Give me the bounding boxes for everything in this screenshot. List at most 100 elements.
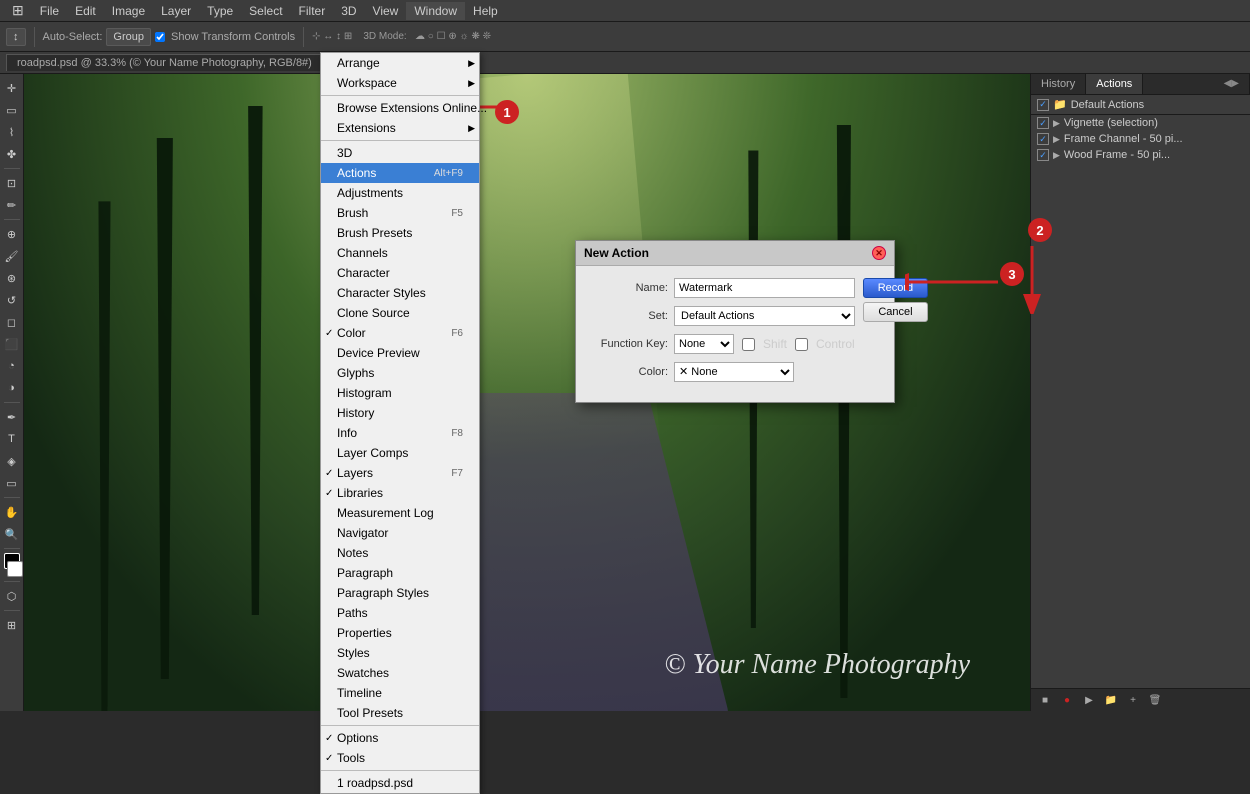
pen-tool[interactable]: ✒ — [2, 407, 22, 427]
dialog-name-row: Name: — [588, 278, 855, 298]
quick-select-tool[interactable]: ✤ — [2, 144, 22, 164]
menu-filter[interactable]: Filter — [291, 2, 334, 20]
menu-help[interactable]: Help — [465, 2, 506, 20]
action-wood-frame[interactable]: ▶ Wood Frame - 50 pi... — [1031, 147, 1250, 163]
menu-actions-shortcut: Alt+F9 — [434, 168, 463, 179]
hand-tool[interactable]: ✋ — [2, 502, 22, 522]
menu-swatches[interactable]: Swatches — [321, 663, 479, 683]
menu-properties[interactable]: Properties — [321, 623, 479, 643]
menu-3d[interactable]: 3D — [321, 143, 479, 163]
show-transform-checkbox[interactable] — [155, 32, 165, 42]
menu-libraries[interactable]: Libraries — [321, 483, 479, 503]
menu-channels[interactable]: Channels — [321, 243, 479, 263]
shape-tool[interactable]: ▭ — [2, 473, 22, 493]
move-tool[interactable]: ✛ — [2, 78, 22, 98]
dialog-set-dropdown[interactable]: Default Actions — [674, 306, 855, 326]
menu-options[interactable]: Options — [321, 728, 479, 748]
menu-glyphs[interactable]: Glyphs — [321, 363, 479, 383]
menu-layers[interactable]: Layers F7 — [321, 463, 479, 483]
menu-notes[interactable]: Notes — [321, 543, 479, 563]
brush-tool[interactable]: 🖌 — [2, 246, 22, 266]
stop-button[interactable]: ■ — [1035, 692, 1055, 708]
menu-timeline[interactable]: Timeline — [321, 683, 479, 703]
blur-tool[interactable]: ◔ — [2, 356, 22, 376]
menu-histogram[interactable]: Histogram — [321, 383, 479, 403]
right-panels: History Actions ◀▶ 📁 Default Actions ▶ V… — [1030, 74, 1250, 711]
menu-extensions[interactable]: Extensions — [321, 118, 479, 138]
move-tool-options[interactable]: ↕ — [6, 28, 26, 46]
menu-character[interactable]: Character — [321, 263, 479, 283]
action-vignette[interactable]: ▶ Vignette (selection) — [1031, 115, 1250, 131]
menu-color[interactable]: Color F6 — [321, 323, 479, 343]
dialog-shift-checkbox[interactable] — [742, 338, 755, 351]
dialog-function-key-dropdown[interactable]: None — [674, 334, 734, 354]
menu-info[interactable]: Info F8 — [321, 423, 479, 443]
menu-paths[interactable]: Paths — [321, 603, 479, 623]
menu-browse-extensions[interactable]: Browse Extensions Online... — [321, 98, 479, 118]
menu-tool-presets[interactable]: Tool Presets — [321, 703, 479, 723]
menu-type[interactable]: Type — [199, 2, 241, 20]
menu-brush-presets[interactable]: Brush Presets — [321, 223, 479, 243]
dialog-color-dropdown[interactable]: ✕ None — [674, 362, 794, 382]
eraser-tool[interactable]: ◻ — [2, 312, 22, 332]
menu-tools[interactable]: Tools — [321, 748, 479, 768]
panel-expand[interactable]: ◀▶ — [1214, 74, 1250, 94]
zoom-tool[interactable]: 🔍 — [2, 524, 22, 544]
menu-view[interactable]: View — [365, 2, 407, 20]
menu-character-styles-label: Character Styles — [337, 286, 426, 300]
new-action-panel-button[interactable]: + — [1123, 692, 1143, 708]
menu-arrange[interactable]: Arrange — [321, 53, 479, 73]
menu-measurement-log[interactable]: Measurement Log — [321, 503, 479, 523]
clone-stamp-tool[interactable]: ⊛ — [2, 268, 22, 288]
menu-3d[interactable]: 3D — [333, 2, 364, 20]
dialog-name-input[interactable] — [674, 278, 855, 298]
menu-1-roadpsd[interactable]: 1 roadpsd.psd — [321, 773, 479, 793]
menu-paragraph-styles[interactable]: Paragraph Styles — [321, 583, 479, 603]
dialog-close-button[interactable]: ✕ — [872, 246, 886, 260]
actions-tab[interactable]: Actions — [1086, 74, 1143, 94]
menu-navigator[interactable]: Navigator — [321, 523, 479, 543]
path-select-tool[interactable]: ◈ — [2, 451, 22, 471]
lasso-tool[interactable]: ⌇ — [2, 122, 22, 142]
auto-select-dropdown[interactable]: Group — [106, 28, 151, 46]
eyedropper-tool[interactable]: ✏ — [2, 195, 22, 215]
dodge-tool[interactable]: ◑ — [2, 378, 22, 398]
menu-select[interactable]: Select — [241, 2, 290, 20]
text-tool[interactable]: T — [2, 429, 22, 449]
menu-device-preview[interactable]: Device Preview — [321, 343, 479, 363]
menu-styles[interactable]: Styles — [321, 643, 479, 663]
menu-file[interactable]: File — [32, 2, 67, 20]
dialog-cancel-button[interactable]: Cancel — [863, 302, 928, 322]
menu-ps[interactable]: ⊞ — [4, 0, 32, 21]
menu-workspace[interactable]: Workspace — [321, 73, 479, 93]
dialog-record-button[interactable]: Record — [863, 278, 928, 298]
menu-layer[interactable]: Layer — [153, 2, 199, 20]
crop-tool[interactable]: ⊡ — [2, 173, 22, 193]
menu-character-styles[interactable]: Character Styles — [321, 283, 479, 303]
healing-tool[interactable]: ⊕ — [2, 224, 22, 244]
screen-mode[interactable]: ⊞ — [2, 615, 22, 635]
document-tab[interactable]: roadpsd.psd @ 33.3% (© Your Name Photogr… — [6, 54, 323, 71]
record-button-panel[interactable]: ● — [1057, 692, 1077, 708]
gradient-tool[interactable]: ⬛ — [2, 334, 22, 354]
menu-clone-source[interactable]: Clone Source — [321, 303, 479, 323]
history-tab[interactable]: History — [1031, 74, 1086, 94]
action-frame-channel[interactable]: ▶ Frame Channel - 50 pi... — [1031, 131, 1250, 147]
menu-brush[interactable]: Brush F5 — [321, 203, 479, 223]
delete-action-button[interactable]: 🗑 — [1145, 692, 1165, 708]
menu-window[interactable]: Window — [406, 2, 465, 20]
play-button[interactable]: ▶ — [1079, 692, 1099, 708]
menu-paragraph[interactable]: Paragraph — [321, 563, 479, 583]
menu-layer-comps[interactable]: Layer Comps — [321, 443, 479, 463]
background-color[interactable] — [7, 561, 23, 577]
menu-edit[interactable]: Edit — [67, 2, 104, 20]
marquee-tool[interactable]: ▭ — [2, 100, 22, 120]
menu-adjustments[interactable]: Adjustments — [321, 183, 479, 203]
menu-image[interactable]: Image — [104, 2, 153, 20]
quick-mask-tool[interactable]: ⬡ — [2, 586, 22, 606]
new-set-button[interactable]: 📁 — [1101, 692, 1121, 708]
dialog-control-checkbox[interactable] — [795, 338, 808, 351]
menu-actions[interactable]: Actions Alt+F9 — [321, 163, 479, 183]
menu-history[interactable]: History — [321, 403, 479, 423]
history-brush-tool[interactable]: ↺ — [2, 290, 22, 310]
